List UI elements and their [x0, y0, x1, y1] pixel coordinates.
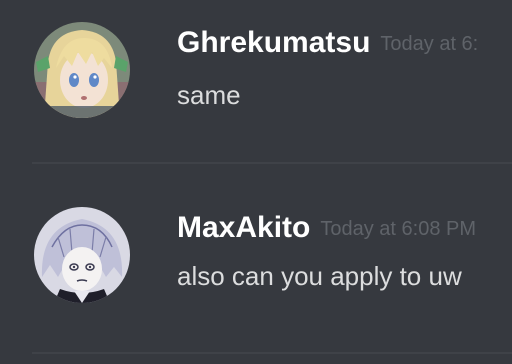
anime-character-avatar-icon — [34, 207, 130, 303]
anime-girl-avatar-icon — [34, 22, 130, 118]
timestamp: Today at 6:08 PM — [320, 218, 477, 240]
timestamp: Today at 6: — [380, 33, 479, 55]
user-avatar-ghrekumatsu[interactable] — [34, 22, 130, 118]
message-header: Ghrekumatsu Today at 6: — [177, 26, 478, 60]
username[interactable]: Ghrekumatsu — [177, 26, 370, 59]
username[interactable]: MaxAkito — [177, 211, 310, 244]
message-content: same — [177, 80, 241, 110]
message-item: MaxAkito Today at 6:08 PM also can you ap… — [0, 164, 512, 364]
message-content: also can you apply to uw — [177, 261, 462, 291]
chat-messages-pane: Ghrekumatsu Today at 6: same MaxAkito To… — [0, 0, 512, 364]
user-avatar-maxakito[interactable] — [34, 207, 130, 303]
message-divider — [32, 352, 512, 354]
message-item: Ghrekumatsu Today at 6: same — [0, 0, 512, 164]
message-header: MaxAkito Today at 6:08 PM — [177, 211, 476, 245]
